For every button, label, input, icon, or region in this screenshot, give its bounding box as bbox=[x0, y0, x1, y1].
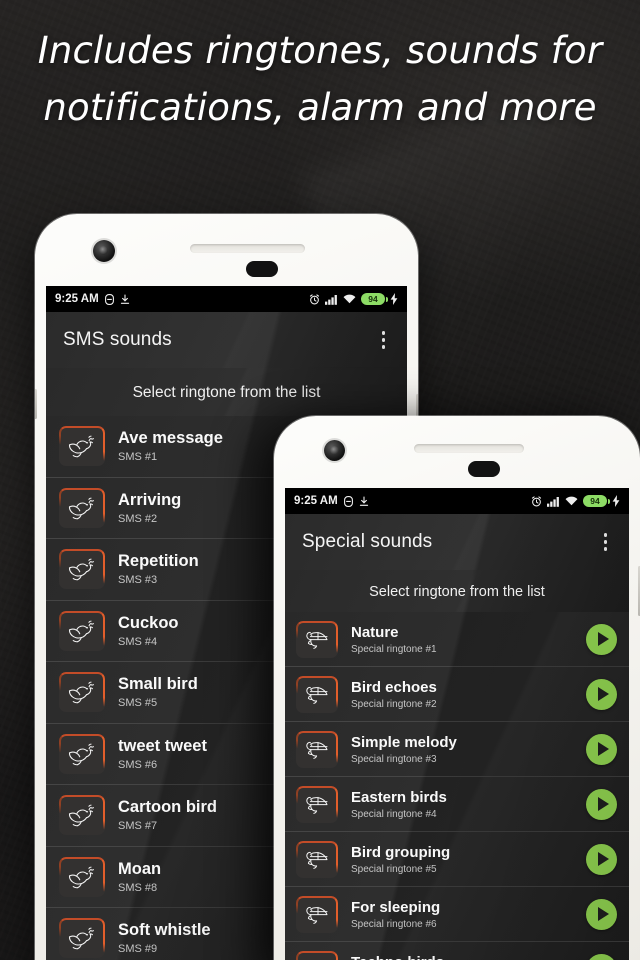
bolt-icon bbox=[390, 293, 398, 305]
play-icon[interactable] bbox=[586, 733, 617, 765]
toucan-icon bbox=[296, 620, 338, 658]
list-item-title: Bird grouping bbox=[351, 843, 451, 861]
list-item-text: Bird grouping Special ringtone #5 bbox=[351, 844, 573, 875]
download-icon bbox=[359, 495, 369, 507]
list-instruction: Select ringtone from the list bbox=[46, 368, 407, 416]
dove-icon bbox=[59, 487, 105, 528]
play-icon[interactable] bbox=[586, 623, 617, 655]
earpiece-speaker bbox=[190, 244, 305, 253]
toucan-icon bbox=[296, 950, 338, 960]
play-icon[interactable] bbox=[586, 953, 617, 960]
download-icon bbox=[120, 293, 130, 305]
list-item-text: Nature Special ringtone #1 bbox=[351, 624, 573, 655]
list-item-subtitle: Special ringtone #2 bbox=[351, 698, 437, 710]
list-item-subtitle: Special ringtone #4 bbox=[351, 808, 437, 820]
page-title: SMS sounds bbox=[63, 329, 172, 350]
overflow-menu-icon[interactable] bbox=[600, 527, 612, 557]
list-item[interactable]: Techno birdsSpecial ringtone #7 bbox=[285, 942, 629, 960]
toucan-icon bbox=[296, 785, 338, 823]
toucan-icon bbox=[296, 840, 338, 878]
list-item[interactable]: Bird echoes Special ringtone #2 bbox=[285, 667, 629, 722]
dnd-icon bbox=[104, 293, 114, 305]
dove-icon bbox=[59, 795, 105, 836]
dove-icon bbox=[59, 918, 105, 959]
list-item-title: Techno birds bbox=[351, 954, 573, 960]
list-item-title: Bird echoes bbox=[351, 678, 437, 696]
list-item-subtitle: Special ringtone #6 bbox=[351, 918, 437, 930]
toucan-icon bbox=[296, 675, 338, 713]
list-item[interactable]: Eastern birds Special ringtone #4 bbox=[285, 777, 629, 832]
toucan-icon bbox=[296, 895, 338, 933]
page-title: Special sounds bbox=[302, 531, 433, 552]
sensor-pill bbox=[468, 461, 500, 477]
signal-icon bbox=[547, 496, 560, 507]
play-icon[interactable] bbox=[586, 898, 617, 930]
wifi-icon bbox=[343, 294, 356, 305]
app-bar: SMS sounds bbox=[46, 312, 407, 368]
list-item[interactable]: Bird grouping Special ringtone #5 bbox=[285, 832, 629, 887]
list-item[interactable]: Nature Special ringtone #1 bbox=[285, 612, 629, 667]
list-item-title: For sleeping bbox=[351, 898, 441, 916]
list-item-subtitle: Special ringtone #5 bbox=[351, 863, 437, 875]
volume-button[interactable] bbox=[35, 389, 37, 419]
promo-headline: Includes ringtones, sounds for notificat… bbox=[0, 22, 640, 137]
headline-line-1: Includes ringtones, sounds for bbox=[37, 29, 603, 72]
battery-indicator: 94 bbox=[583, 495, 610, 507]
phone-bezel-top bbox=[35, 214, 418, 448]
list-item[interactable]: For sleeping Special ringtone #6 bbox=[285, 887, 629, 942]
list-item[interactable]: Simple melody Special ringtone #3 bbox=[285, 722, 629, 777]
dove-icon bbox=[59, 549, 105, 590]
dnd-icon bbox=[343, 495, 353, 507]
status-bar-left: 9:25 AM bbox=[55, 293, 130, 305]
battery-indicator: 94 bbox=[361, 293, 388, 305]
dove-icon bbox=[59, 610, 105, 651]
list-item-text: Simple melody Special ringtone #3 bbox=[351, 734, 573, 765]
list-item-title: Eastern birds bbox=[351, 788, 447, 806]
play-icon[interactable] bbox=[586, 678, 617, 710]
list-item-text: Bird echoes Special ringtone #2 bbox=[351, 679, 573, 710]
alarm-icon bbox=[531, 495, 542, 507]
list-item-subtitle: Special ringtone #3 bbox=[351, 753, 437, 765]
phone-bezel-top bbox=[274, 416, 640, 616]
alarm-icon bbox=[309, 293, 320, 305]
list-instruction: Select ringtone from the list bbox=[285, 570, 629, 612]
play-icon[interactable] bbox=[586, 788, 617, 820]
status-bar: 9:25 AM 94 bbox=[285, 488, 629, 514]
earpiece-speaker bbox=[414, 444, 524, 453]
front-camera-icon bbox=[324, 440, 345, 461]
signal-icon bbox=[325, 294, 338, 305]
toucan-icon bbox=[296, 730, 338, 768]
list-item-title: Nature bbox=[351, 623, 399, 641]
list-item-title: Simple melody bbox=[351, 733, 457, 751]
status-bar-right: 94 bbox=[531, 495, 620, 507]
overflow-menu-icon[interactable] bbox=[378, 325, 390, 355]
screen-special-sounds: 9:25 AM 94 Special sounds Select rington… bbox=[285, 488, 629, 960]
status-bar-time: 9:25 AM bbox=[55, 293, 99, 305]
app-bar: Special sounds bbox=[285, 514, 629, 570]
status-bar-time: 9:25 AM bbox=[294, 495, 338, 507]
status-bar-right: 94 bbox=[309, 293, 398, 305]
sensor-pill bbox=[246, 261, 278, 277]
dove-icon bbox=[59, 856, 105, 897]
list-item-text: Eastern birds Special ringtone #4 bbox=[351, 789, 573, 820]
status-bar: 9:25 AM 94 bbox=[46, 286, 407, 312]
bolt-icon bbox=[612, 495, 620, 507]
dove-icon bbox=[59, 733, 105, 774]
wifi-icon bbox=[565, 496, 578, 507]
list-item-text: Techno birdsSpecial ringtone #7 bbox=[351, 954, 573, 960]
dove-icon bbox=[59, 672, 105, 713]
play-icon[interactable] bbox=[586, 843, 617, 875]
list-item-text: For sleeping Special ringtone #6 bbox=[351, 899, 573, 930]
dove-icon bbox=[59, 426, 105, 467]
phone-mockup-special-sounds: 9:25 AM 94 Special sounds Select rington… bbox=[274, 416, 640, 960]
headline-line-2: notifications, alarm and more bbox=[43, 86, 597, 130]
ringtone-list-special: Nature Special ringtone #1 Bird echoes Spec… bbox=[285, 612, 629, 960]
front-camera-icon bbox=[93, 240, 115, 262]
status-bar-left: 9:25 AM bbox=[294, 495, 369, 507]
list-item-subtitle: Special ringtone #1 bbox=[351, 643, 437, 655]
